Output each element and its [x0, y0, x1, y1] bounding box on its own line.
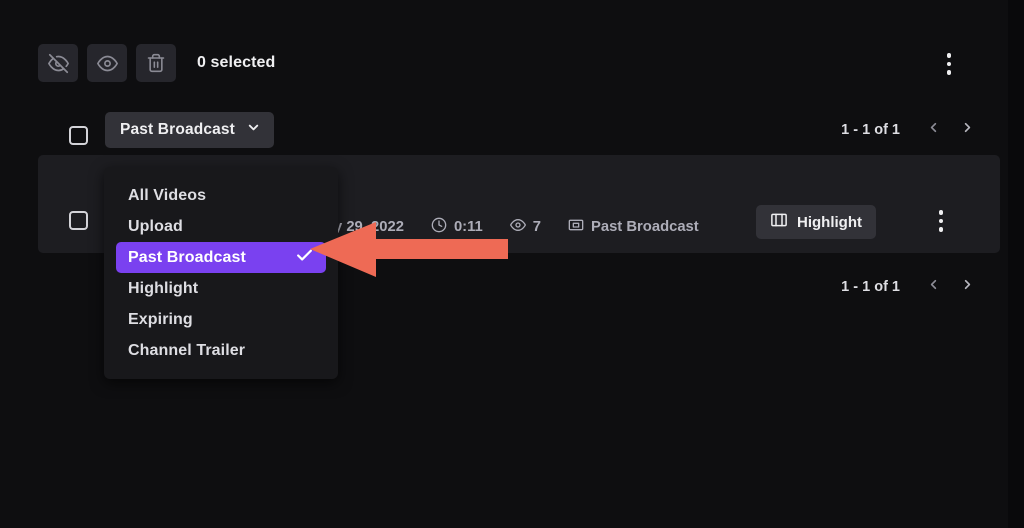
- selected-count-label: 0 selected: [197, 54, 276, 71]
- eye-icon: [509, 217, 526, 237]
- check-icon: [295, 246, 314, 270]
- create-highlight-button[interactable]: Highlight: [756, 205, 876, 239]
- kebab-dot: [938, 210, 944, 215]
- menu-item-label: Channel Trailer: [128, 341, 246, 359]
- delete-videos-button[interactable]: [136, 44, 176, 82]
- menu-item-label: Past Broadcast: [128, 248, 246, 266]
- pagination-range-label: 1 - 1 of 1: [841, 279, 900, 295]
- menu-item-label: Expiring: [128, 310, 193, 328]
- chevron-right-icon: [960, 120, 975, 140]
- screen-root: 0 selected Past Broadcast 1 - 1 of 1 ary…: [0, 0, 1024, 528]
- video-views-label: 7: [532, 219, 541, 235]
- kebab-dot: [938, 227, 944, 232]
- video-select-checkbox[interactable]: [69, 211, 88, 230]
- kebab-dot: [938, 218, 944, 224]
- menu-item-label: Upload: [128, 217, 183, 235]
- video-duration-label: 0:11: [453, 219, 483, 235]
- select-all-checkbox[interactable]: [69, 126, 88, 145]
- create-highlight-label: Highlight: [797, 213, 862, 231]
- pagination-next-button[interactable]: [952, 272, 982, 302]
- video-overflow-menu-button[interactable]: [928, 207, 954, 235]
- video-type-label: Past Broadcast: [590, 219, 699, 235]
- clock-icon: [431, 217, 447, 237]
- pagination-range-label: 1 - 1 of 1: [841, 122, 900, 138]
- hide-videos-button[interactable]: [38, 44, 78, 82]
- menu-item-label: Highlight: [128, 279, 199, 297]
- bulk-action-bar: 0 selected: [38, 44, 275, 82]
- list-header-row: Past Broadcast 1 - 1 of 1: [38, 112, 982, 160]
- eye-off-icon: [47, 53, 69, 74]
- menu-item-expiring[interactable]: Expiring: [116, 304, 326, 335]
- chevron-left-icon: [926, 120, 941, 140]
- eye-icon: [96, 53, 118, 74]
- menu-item-highlight[interactable]: Highlight: [116, 273, 326, 304]
- show-videos-button[interactable]: [87, 44, 127, 82]
- kebab-dot: [946, 53, 952, 58]
- pagination-prev-button[interactable]: [918, 272, 948, 302]
- broadcast-icon: [568, 217, 584, 237]
- video-type-filter-menu: All Videos Upload Past Broadcast Highlig…: [104, 167, 338, 379]
- trash-icon: [146, 53, 166, 73]
- video-views: 7: [509, 217, 541, 237]
- top-pagination: 1 - 1 of 1: [841, 112, 982, 148]
- bottom-pagination: 1 - 1 of 1: [841, 269, 982, 305]
- kebab-dot: [946, 70, 952, 75]
- video-metadata: ary 29, 2022 0:11 7 Past Broadcast: [320, 217, 699, 237]
- video-type-filter-label: Past Broadcast: [120, 121, 235, 138]
- kebab-dot: [946, 61, 952, 67]
- chevron-left-icon: [926, 277, 941, 297]
- video-duration: 0:11: [431, 217, 483, 237]
- menu-item-upload[interactable]: Upload: [116, 211, 326, 242]
- panel-overflow-menu-button[interactable]: [936, 50, 962, 78]
- film-strip-icon: [770, 211, 788, 234]
- chevron-down-icon: [246, 120, 261, 140]
- menu-item-past-broadcast[interactable]: Past Broadcast: [116, 242, 326, 273]
- pagination-next-button[interactable]: [952, 115, 982, 145]
- menu-item-channel-trailer[interactable]: Channel Trailer: [116, 335, 326, 366]
- video-producer-panel: 0 selected Past Broadcast 1 - 1 of 1 ary…: [18, 18, 1008, 510]
- pagination-prev-button[interactable]: [918, 115, 948, 145]
- video-type-filter-button[interactable]: Past Broadcast: [105, 112, 274, 148]
- menu-item-label: All Videos: [128, 186, 207, 204]
- right-edge-strip: [1008, 0, 1024, 528]
- chevron-right-icon: [960, 277, 975, 297]
- menu-item-all-videos[interactable]: All Videos: [116, 180, 326, 211]
- video-type: Past Broadcast: [568, 217, 699, 237]
